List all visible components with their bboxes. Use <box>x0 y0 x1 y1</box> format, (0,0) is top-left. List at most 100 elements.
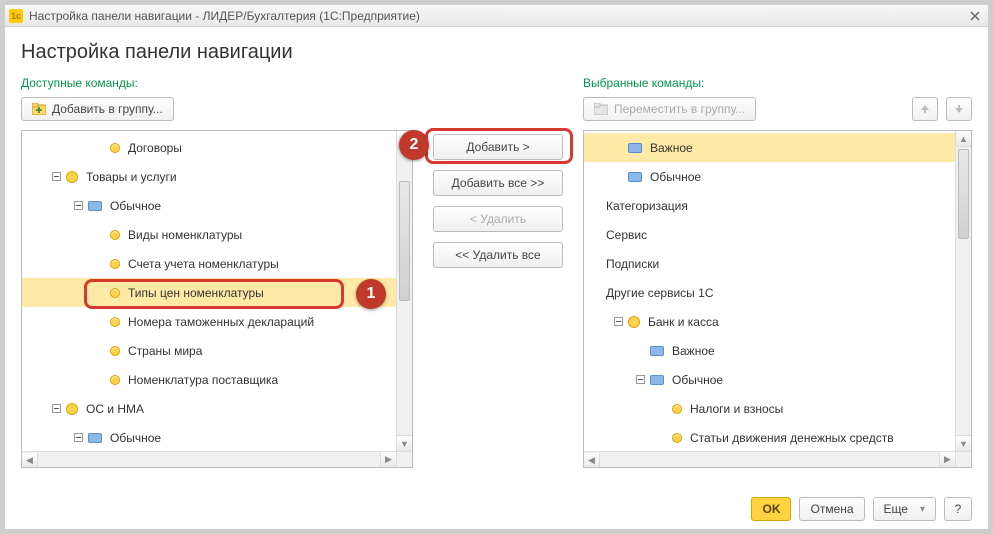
tree-row[interactable]: Типы цен номенклатуры <box>22 278 396 307</box>
tree-row[interactable]: Банк и касса <box>584 307 955 336</box>
bullet-icon <box>110 317 120 327</box>
tree-row[interactable]: Налоги и взносы <box>584 394 955 423</box>
add-to-group-label: Добавить в группу... <box>52 102 163 116</box>
tree-row[interactable]: Номера таможенных деклараций <box>22 307 396 336</box>
tree-row[interactable]: Подписки <box>584 249 955 278</box>
collapse-icon[interactable] <box>50 171 62 183</box>
tree-row[interactable]: Счета учета номенклатуры <box>22 249 396 278</box>
scrollbar-vertical[interactable]: ▲ ▼ <box>955 131 971 451</box>
tree-row-label: Обычное <box>110 431 161 445</box>
scrollbar-horizontal[interactable]: ◀ ▶ <box>22 451 396 467</box>
app-logo-icon: 1c <box>9 9 23 23</box>
tree-row[interactable]: ОС и НМА <box>22 394 396 423</box>
tree-row[interactable]: Номенклатура поставщика <box>22 365 396 394</box>
scroll-down-icon[interactable]: ▼ <box>956 435 971 451</box>
tree-row-label: Номера таможенных деклараций <box>128 315 314 329</box>
collapse-icon[interactable] <box>634 374 646 386</box>
folder-add-icon <box>32 103 46 115</box>
folder-yellow-icon <box>66 403 78 415</box>
scrollbar-thumb[interactable] <box>958 149 969 239</box>
tree-row[interactable]: Категоризация <box>584 191 955 220</box>
tree-row[interactable]: Товары и услуги <box>22 162 396 191</box>
tree-row-label: Обычное <box>110 199 161 213</box>
add-to-group-button[interactable]: Добавить в группу... <box>21 97 174 121</box>
move-down-button[interactable] <box>946 97 972 121</box>
tree-row-label: Типы цен номенклатуры <box>128 286 264 300</box>
tree-row-label: Договоры <box>128 141 182 155</box>
tree-row-label: Обычное <box>650 170 701 184</box>
collapse-icon[interactable] <box>72 432 84 444</box>
add-button[interactable]: Добавить > <box>433 134 563 160</box>
arrow-up-icon <box>920 104 930 114</box>
close-icon <box>970 11 980 21</box>
remove-button[interactable]: < Удалить <box>433 206 563 232</box>
tree-row-label: Важное <box>672 344 715 358</box>
tree-row-label: Обычное <box>672 373 723 387</box>
cancel-button[interactable]: Отмена <box>799 497 864 521</box>
available-tree[interactable]: Договоры Товары и услуги Обычное Виды номен… <box>21 130 413 468</box>
available-label: Доступные команды: <box>21 76 413 90</box>
scrollbar-horizontal[interactable]: ◀ ▶ <box>584 451 955 467</box>
titlebar: 1c Настройка панели навигации - ЛИДЕР/Бу… <box>5 5 988 27</box>
remove-all-button[interactable]: << Удалить все <box>433 242 563 268</box>
scrollbar-thumb[interactable] <box>399 181 410 301</box>
selected-tree[interactable]: Важное Обычное Категоризация Сервис Подписки… <box>583 130 972 468</box>
bullet-icon <box>110 259 120 269</box>
folder-yellow-icon <box>66 171 78 183</box>
bullet-icon <box>110 375 120 385</box>
scroll-right-icon[interactable]: ▶ <box>380 452 396 467</box>
collapse-icon[interactable] <box>72 200 84 212</box>
tree-row-label: Виды номенклатуры <box>128 228 242 242</box>
folder-blue-icon <box>88 433 102 443</box>
bullet-icon <box>672 404 682 414</box>
close-button[interactable] <box>966 8 984 24</box>
move-to-group-button[interactable]: Переместить в группу... <box>583 97 756 121</box>
more-button[interactable]: Еще <box>873 497 936 521</box>
collapse-icon[interactable] <box>612 316 624 328</box>
tree-row-label: Банк и касса <box>648 315 719 329</box>
tree-row[interactable]: Важное <box>584 133 955 162</box>
help-button[interactable]: ? <box>944 497 972 521</box>
tree-row-label: Налоги и взносы <box>690 402 783 416</box>
folder-blue-icon <box>650 346 664 356</box>
tree-row[interactable]: Статьи движения денежных средств <box>584 423 955 452</box>
tree-row[interactable]: Обычное <box>584 162 955 191</box>
folder-blue-icon <box>628 143 642 153</box>
move-to-group-label: Переместить в группу... <box>614 102 745 116</box>
ok-button[interactable]: OK <box>751 497 791 521</box>
tree-row[interactable]: Виды номенклатуры <box>22 220 396 249</box>
scroll-left-icon[interactable]: ◀ <box>584 453 600 468</box>
tree-row[interactable]: Обычное <box>22 191 396 220</box>
move-up-button[interactable] <box>912 97 938 121</box>
selected-label: Выбранные команды: <box>583 76 972 90</box>
annotation-badge-1: 1 <box>356 279 386 309</box>
tree-row-label: ОС и НМА <box>86 402 144 416</box>
scrollbar-vertical[interactable]: ▲ ▼ <box>396 131 412 451</box>
tree-row[interactable]: Обычное <box>584 365 955 394</box>
folder-move-icon <box>594 103 608 115</box>
tree-row-label: Другие сервисы 1С <box>606 286 713 300</box>
bullet-icon <box>672 433 682 443</box>
scroll-right-icon[interactable]: ▶ <box>939 452 955 467</box>
tree-row[interactable]: Другие сервисы 1С <box>584 278 955 307</box>
tree-row[interactable]: Важное <box>584 336 955 365</box>
scroll-left-icon[interactable]: ◀ <box>22 453 38 468</box>
bullet-icon <box>110 346 120 356</box>
tree-row-label: Категоризация <box>606 199 688 213</box>
annotation-badge-2: 2 <box>399 130 429 160</box>
tree-row[interactable]: Договоры <box>22 133 396 162</box>
tree-row-label: Страны мира <box>128 344 202 358</box>
folder-blue-icon <box>88 201 102 211</box>
tree-row[interactable]: Обычное <box>22 423 396 452</box>
tree-row[interactable]: Сервис <box>584 220 955 249</box>
tree-row-label: Важное <box>650 141 693 155</box>
add-all-button[interactable]: Добавить все >> <box>433 170 563 196</box>
tree-row[interactable]: Страны мира <box>22 336 396 365</box>
scroll-up-icon[interactable]: ▲ <box>956 131 971 147</box>
collapse-icon[interactable] <box>50 403 62 415</box>
tree-row-label: Сервис <box>606 228 647 242</box>
folder-yellow-icon <box>628 316 640 328</box>
scrollbar-corner <box>396 451 412 467</box>
tree-row-label: Подписки <box>606 257 659 271</box>
scroll-down-icon[interactable]: ▼ <box>397 435 412 451</box>
